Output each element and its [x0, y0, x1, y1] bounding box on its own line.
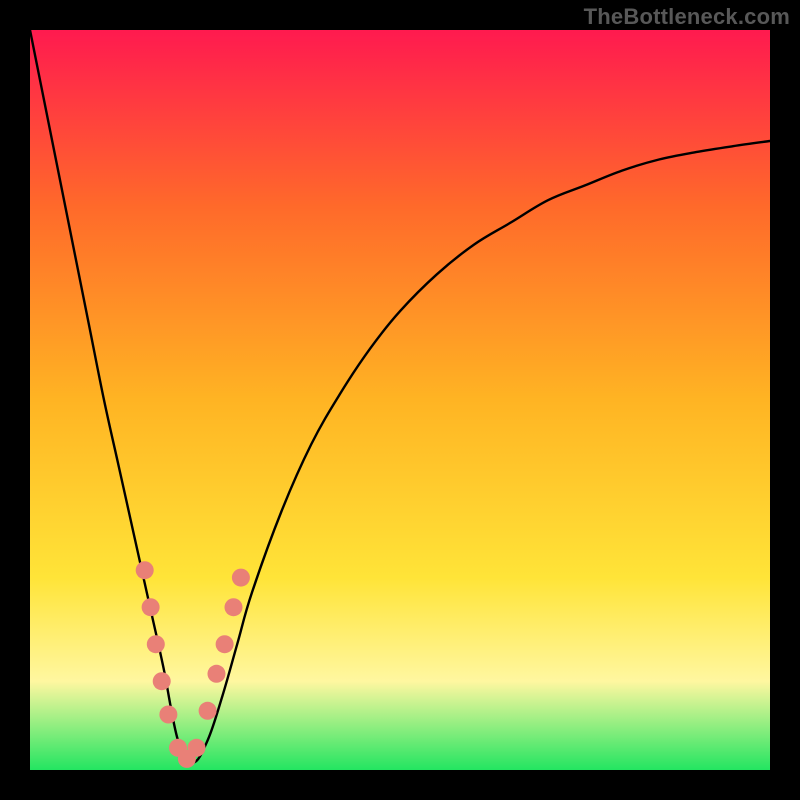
data-marker	[159, 706, 177, 724]
data-marker	[136, 561, 154, 579]
data-marker	[216, 635, 234, 653]
data-marker	[147, 635, 165, 653]
data-markers	[136, 561, 250, 768]
chart-frame: TheBottleneck.com	[0, 0, 800, 800]
data-marker	[142, 598, 160, 616]
data-marker	[232, 569, 250, 587]
data-marker	[188, 739, 206, 757]
plot-area	[30, 30, 770, 770]
curve-layer	[30, 30, 770, 770]
watermark-text: TheBottleneck.com	[584, 4, 790, 30]
data-marker	[207, 665, 225, 683]
data-marker	[225, 598, 243, 616]
data-marker	[199, 702, 217, 720]
bottleneck-curve	[30, 30, 770, 763]
data-marker	[153, 672, 171, 690]
